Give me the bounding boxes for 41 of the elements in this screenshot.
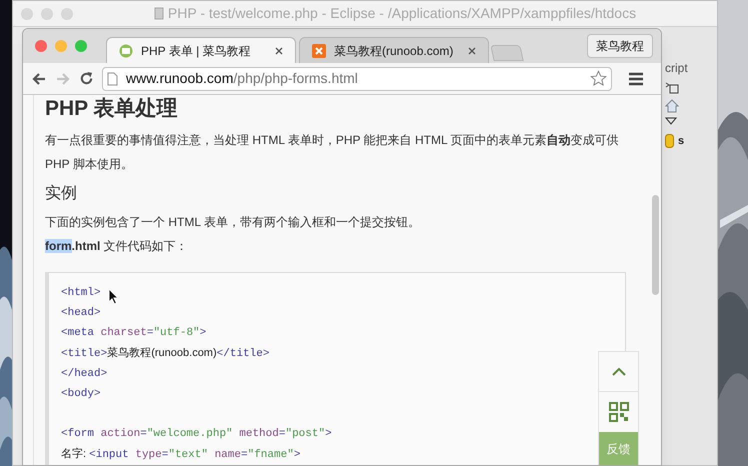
- file-caption: form.html 文件代码如下：: [45, 238, 189, 255]
- code-icon: [119, 44, 133, 58]
- qr-code-icon: [608, 402, 628, 422]
- profile-button[interactable]: 菜鸟教程: [587, 34, 653, 58]
- document-icon: [154, 7, 164, 20]
- example-paragraph: 下面的实例包含了一个 HTML 表单，带有两个输入框和一个提交按钮。: [45, 214, 421, 231]
- code-line: 名字: <input type="text" name="fname">: [61, 446, 300, 463]
- close-button[interactable]: [35, 40, 47, 52]
- code-line: <form action="welcome.php" method="post">: [61, 427, 332, 442]
- chevron-up-icon: [612, 367, 626, 376]
- mouse-cursor-icon: [108, 288, 119, 305]
- close-icon[interactable]: [275, 46, 283, 54]
- triangle-icon[interactable]: [665, 117, 677, 125]
- window-title: PHP - test/welcome.php - Eclipse - /Applications/XAMPP/xamppfiles/htdocs: [168, 4, 636, 23]
- browser-tab[interactable]: 菜鸟教程(runoob.com): [299, 37, 489, 63]
- code-line: <title>菜鸟教程(runoob.com)</title>: [61, 346, 270, 362]
- zoom-button[interactable]: [75, 40, 87, 52]
- back-icon[interactable]: [31, 70, 47, 86]
- database-icon: [665, 134, 674, 148]
- menu-icon[interactable]: [628, 72, 644, 86]
- address-bar[interactable]: www.runoob.com/php/php-forms.html: [102, 66, 612, 90]
- close-icon[interactable]: [468, 46, 476, 54]
- code-line: <body>: [61, 387, 101, 402]
- site-icon: [312, 44, 326, 58]
- browser-tab[interactable]: PHP 表单 | 菜鸟教程: [106, 37, 296, 63]
- tree-item[interactable]: s: [678, 133, 684, 150]
- toolbar-icon[interactable]: [665, 81, 679, 95]
- page-icon: [107, 72, 118, 86]
- new-tab-button[interactable]: [490, 45, 524, 61]
- star-icon[interactable]: [590, 70, 607, 87]
- code-line: <meta charset="utf-8">: [61, 326, 206, 341]
- scrollbar[interactable]: [652, 195, 659, 295]
- code-line: </head>: [61, 367, 108, 382]
- reload-icon[interactable]: [79, 71, 94, 86]
- url-text: www.runoob.com/php/php-forms.html: [126, 69, 359, 88]
- side-label: cript: [665, 60, 689, 77]
- code-line: <html>: [61, 286, 101, 301]
- page-heading: PHP 表单处理: [45, 96, 179, 122]
- code-line: <head>: [61, 306, 101, 321]
- intro-paragraph: 有一点很重要的事情值得注意，当处理 HTML 表单时，PHP 能把来自 HTML 页面中的表单元素自动变成可供PHP 脚本使用。: [45, 132, 620, 173]
- section-heading: 实例: [45, 184, 78, 204]
